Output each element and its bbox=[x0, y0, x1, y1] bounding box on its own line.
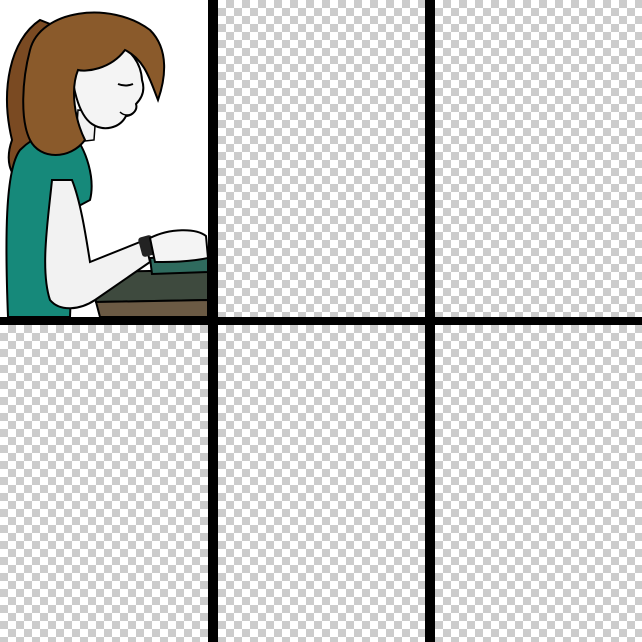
comic-grid bbox=[0, 0, 642, 642]
panel-2-empty bbox=[218, 0, 425, 317]
panel-3-empty bbox=[435, 0, 642, 317]
panel-1 bbox=[0, 0, 208, 317]
hand bbox=[148, 229, 208, 264]
panel-5-empty bbox=[218, 325, 425, 642]
panel-6-empty bbox=[435, 325, 642, 642]
panel-4-empty bbox=[0, 325, 208, 642]
woman-typing-illustration bbox=[5, 11, 208, 317]
